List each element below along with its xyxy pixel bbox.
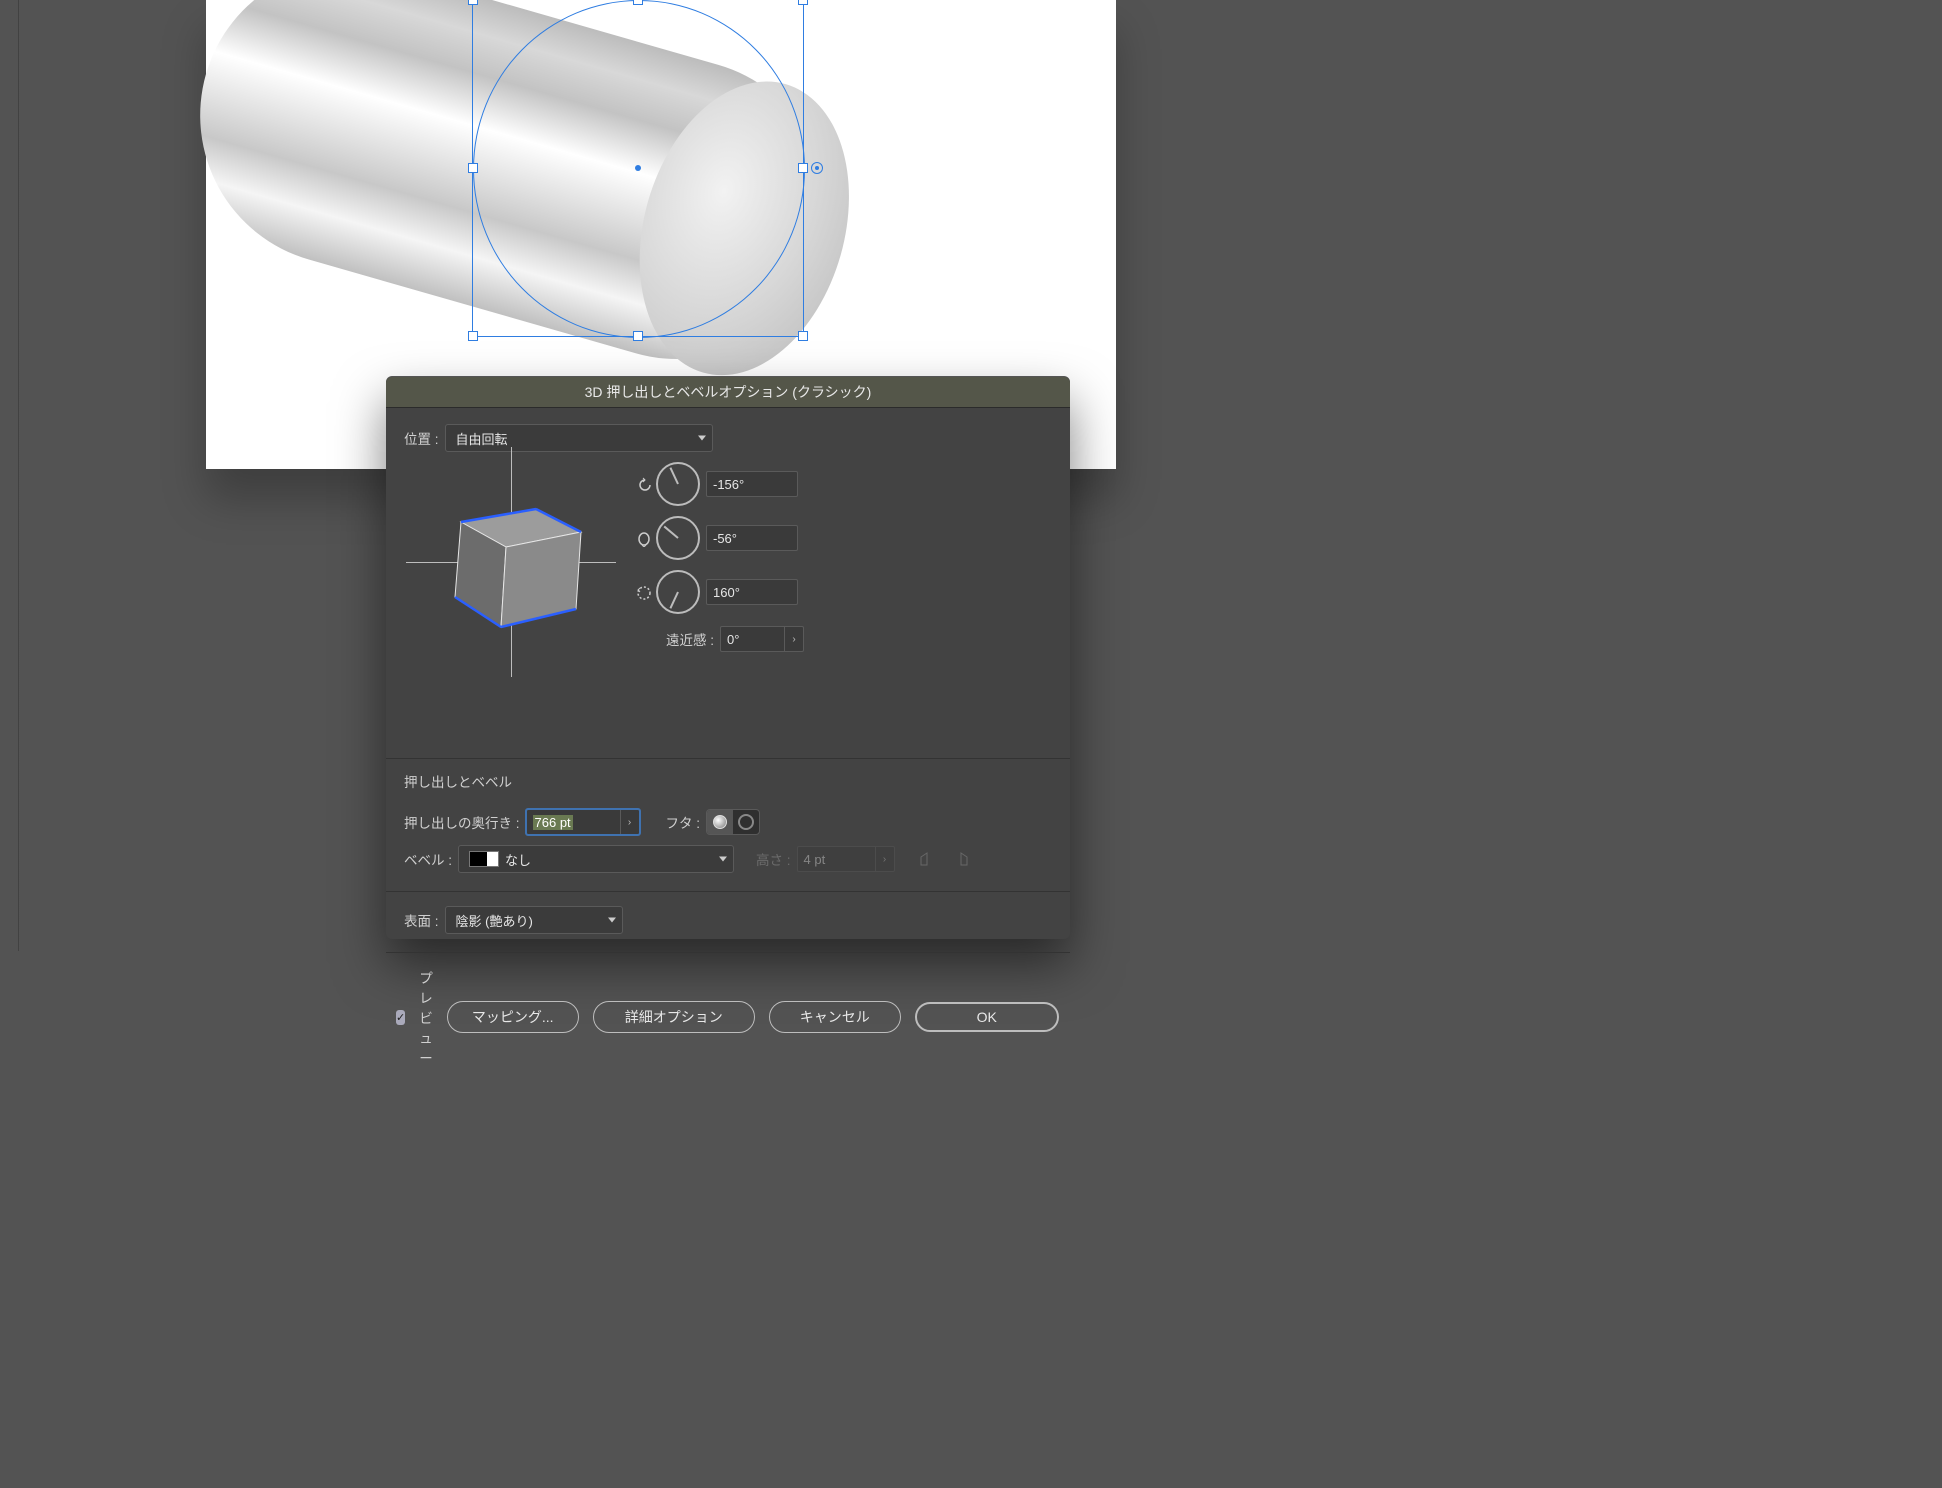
stepper-icon: ›: [875, 847, 894, 871]
position-select-value: 自由回転: [456, 429, 508, 448]
handle-bottom-middle[interactable]: [633, 331, 643, 341]
more-options-button[interactable]: 詳細オプション: [593, 1001, 755, 1033]
handle-top-left[interactable]: [468, 0, 478, 5]
bevel-extent-out-icon: [953, 851, 969, 867]
selection-center-point: [635, 165, 641, 171]
bevel-select[interactable]: なし: [458, 845, 734, 873]
selection-bounding-box[interactable]: [472, 0, 804, 337]
handle-top-right[interactable]: [798, 0, 808, 5]
extrude-bevel-dialog: 3D 押し出しとベベルオプション (クラシック) 位置 : 自由回転: [386, 376, 1070, 939]
bevel-select-value: なし: [505, 850, 531, 869]
bevel-label: ベベル :: [404, 849, 452, 869]
extrude-depth-input[interactable]: 766 pt ›: [526, 809, 640, 835]
rotate-x-icon: [636, 477, 650, 491]
bevel-swatch-icon: [469, 851, 499, 867]
perspective-input[interactable]: 0° ›: [720, 626, 804, 652]
cap-label: フタ :: [666, 812, 701, 832]
panel-divider: [18, 0, 20, 951]
extrude-depth-value: 766 pt: [533, 815, 573, 830]
cap-toggle-group: [706, 809, 760, 835]
handle-bottom-right[interactable]: [798, 331, 808, 341]
perspective-value: 0°: [727, 632, 739, 647]
stepper-icon[interactable]: ›: [784, 627, 803, 651]
handle-middle-right[interactable]: [798, 163, 808, 173]
chevron-down-icon: [719, 857, 727, 862]
rotation-y-value: -56°: [713, 531, 737, 546]
extrude-bevel-section-label: 押し出しとベベル: [404, 771, 1052, 791]
height-input: 4 pt ›: [797, 846, 895, 872]
rotation-cube-icon: [441, 487, 591, 637]
height-label: 高さ :: [756, 849, 791, 869]
surface-select[interactable]: 陰影 (艶あり): [445, 906, 623, 934]
cap-on-button[interactable]: [707, 810, 733, 834]
surface-select-value: 陰影 (艶あり): [456, 911, 533, 930]
cancel-button[interactable]: キャンセル: [769, 1001, 901, 1033]
selection-reference-point[interactable]: [811, 162, 823, 174]
preview-checkbox[interactable]: ✓: [396, 1010, 405, 1025]
cap-hollow-icon: [738, 814, 754, 830]
surface-label: 表面 :: [404, 910, 439, 930]
extrude-depth-label: 押し出しの奥行き :: [404, 812, 520, 832]
mapping-button[interactable]: マッピング...: [447, 1001, 579, 1033]
rotation-x-dial[interactable]: [656, 462, 700, 506]
preview-label: プレビュー: [419, 967, 433, 1067]
ok-button[interactable]: OK: [915, 1002, 1059, 1032]
rotation-cube-preview[interactable]: [406, 447, 616, 677]
rotation-z-input[interactable]: 160°: [706, 579, 798, 605]
rotate-z-icon: [636, 585, 650, 599]
handle-bottom-left[interactable]: [468, 331, 478, 341]
cap-off-button[interactable]: [733, 810, 759, 834]
rotation-x-input[interactable]: -156°: [706, 471, 798, 497]
handle-top-middle[interactable]: [633, 0, 643, 5]
height-value: 4 pt: [804, 852, 826, 867]
chevron-down-icon: [608, 918, 616, 923]
rotation-z-value: 160°: [713, 585, 740, 600]
rotate-y-icon: [636, 531, 650, 545]
perspective-label: 遠近感 :: [666, 629, 714, 649]
stepper-icon[interactable]: ›: [620, 810, 639, 834]
cap-solid-icon: [713, 815, 727, 829]
handle-middle-left[interactable]: [468, 163, 478, 173]
rotation-x-value: -156°: [713, 477, 744, 492]
rotation-z-dial[interactable]: [656, 570, 700, 614]
chevron-down-icon: [698, 436, 706, 441]
bevel-extent-in-icon: [919, 851, 935, 867]
dialog-title: 3D 押し出しとベベルオプション (クラシック): [386, 377, 1070, 408]
rotation-y-input[interactable]: -56°: [706, 525, 798, 551]
position-label: 位置 :: [404, 428, 439, 448]
rotation-y-dial[interactable]: [656, 516, 700, 560]
